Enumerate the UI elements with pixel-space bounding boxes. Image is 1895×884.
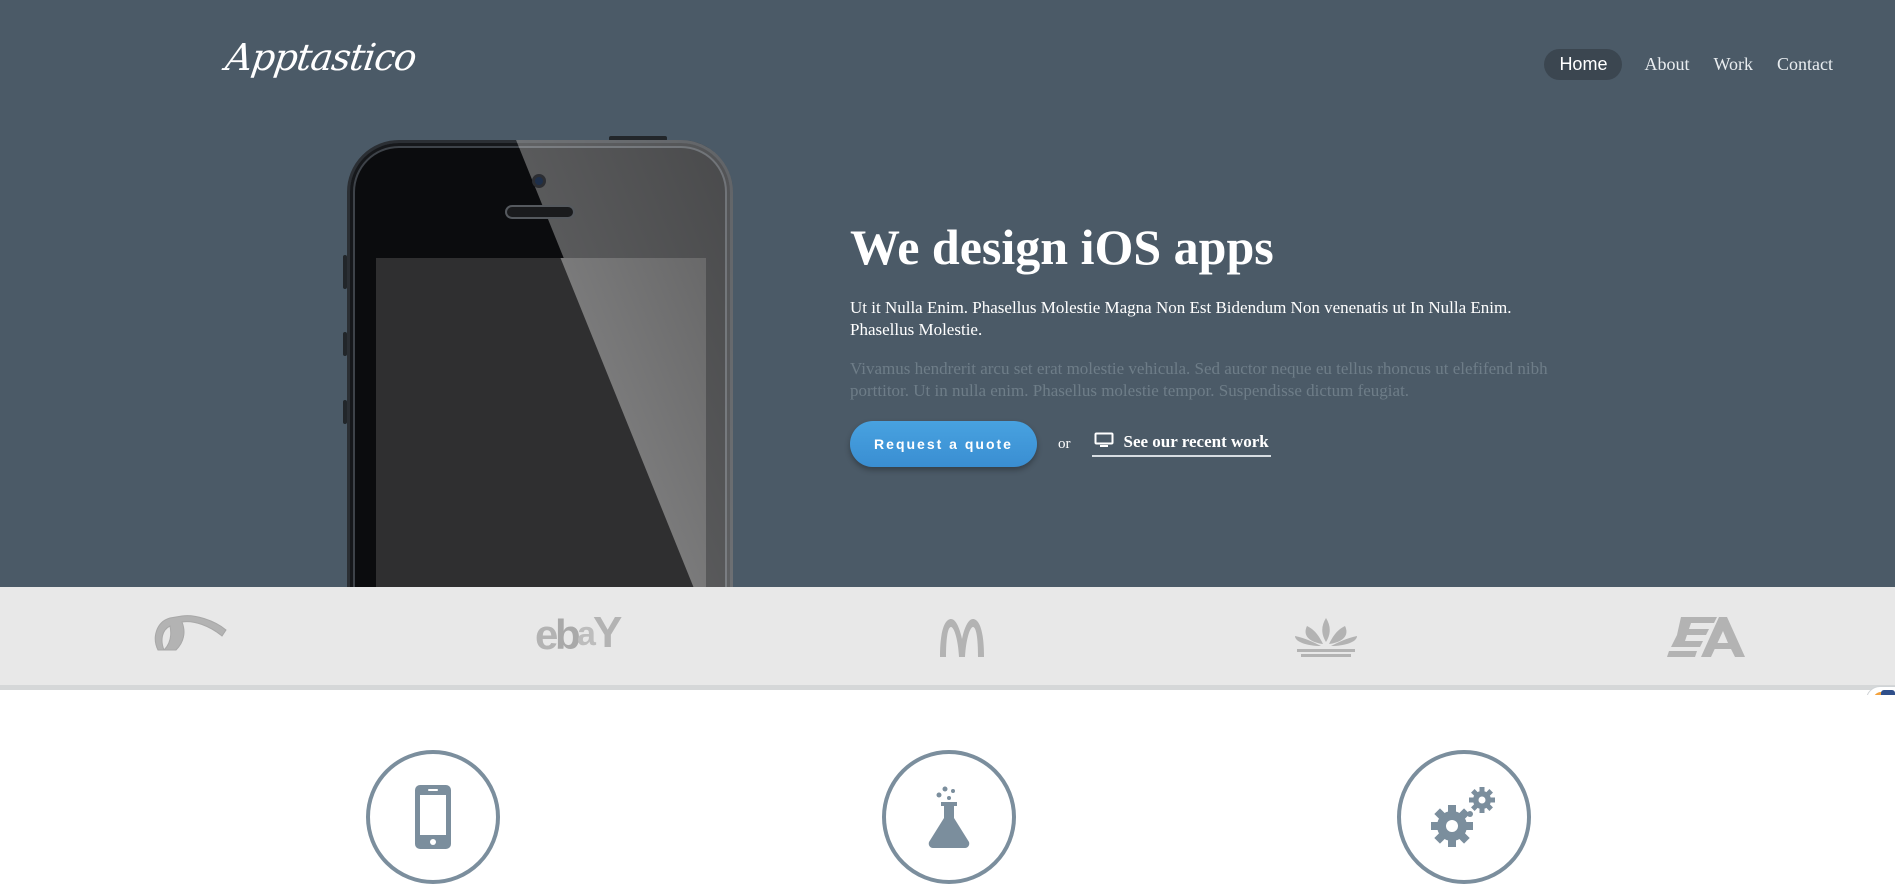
hero-sub-text: Vivamus hendrerit arcu set erat molestie…	[850, 359, 1548, 400]
nav-item-home[interactable]: Home	[1544, 49, 1623, 80]
feature-gears	[1397, 750, 1531, 884]
monitor-icon	[1094, 432, 1114, 453]
deviantart-logo	[150, 612, 228, 663]
hero-section: Apptastico Home About Work Contact We de…	[0, 0, 1895, 587]
brand-logo[interactable]: Apptastico	[223, 36, 419, 79]
features-section	[0, 695, 1895, 884]
lab-flask-icon	[928, 786, 970, 848]
feature-lab	[882, 750, 1016, 884]
svg-text:Y: Y	[593, 609, 622, 655]
gears-icon	[1431, 787, 1495, 847]
phone-camera	[532, 174, 546, 188]
nav-item-about[interactable]: About	[1642, 48, 1691, 81]
mcdonalds-logo	[938, 617, 986, 662]
nav-item-contact[interactable]: Contact	[1775, 48, 1835, 81]
client-logos-strip: e b a Y	[0, 587, 1895, 690]
phone-speaker	[505, 205, 575, 219]
hero-cta-row: Request a quote or See our recent work	[850, 421, 1271, 467]
ebay-logo: e b a Y	[535, 608, 631, 660]
or-separator: or	[1058, 435, 1071, 452]
see-recent-work-label: See our recent work	[1123, 432, 1269, 451]
ea-logo	[1667, 615, 1747, 664]
feature-mobile	[366, 750, 500, 884]
nav-item-work[interactable]: Work	[1711, 48, 1755, 81]
request-quote-button[interactable]: Request a quote	[850, 421, 1037, 467]
see-recent-work-link[interactable]: See our recent work	[1091, 432, 1271, 457]
main-nav: Home About Work Contact	[1544, 48, 1835, 81]
hero-lead-text: Ut it Nulla Enim. Phasellus Molestie Mag…	[850, 298, 1512, 339]
svg-text:b: b	[555, 611, 579, 655]
phone-screen-glare	[376, 258, 706, 587]
hero-headline: We design iOS apps	[850, 219, 1274, 275]
svg-text:e: e	[535, 611, 557, 655]
adidas-logo	[1293, 616, 1359, 665]
mobile-phone-icon	[415, 785, 451, 849]
iphone-illustration	[343, 136, 733, 587]
